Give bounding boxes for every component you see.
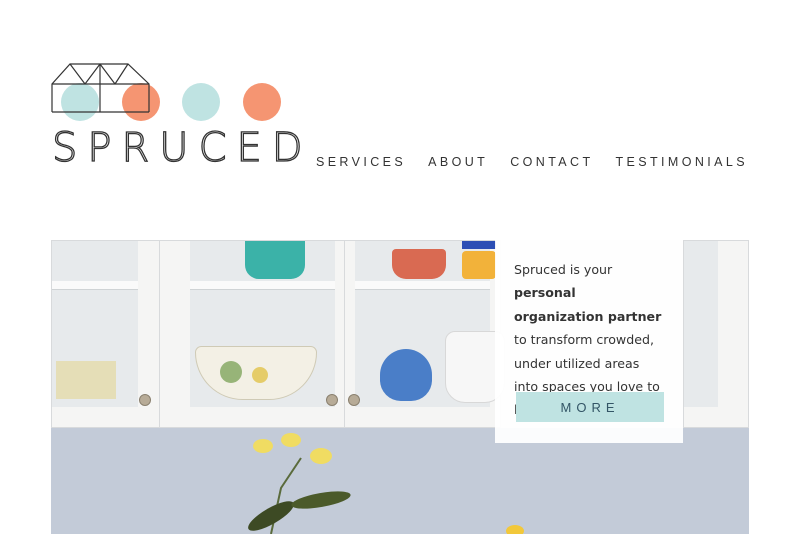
cabinet-middle bbox=[159, 240, 346, 428]
nav-testimonials[interactable]: TESTIMONIALS bbox=[616, 155, 748, 169]
hero-image: Spruced is your personal organization pa… bbox=[51, 240, 749, 534]
nav-services[interactable]: SERVICES bbox=[316, 155, 406, 169]
nav-contact[interactable]: CONTACT bbox=[510, 155, 593, 169]
orchid-icon bbox=[248, 433, 351, 534]
knob bbox=[326, 394, 338, 406]
cabinet-edge bbox=[683, 240, 749, 428]
knob bbox=[348, 394, 360, 406]
main-nav: SERVICES ABOUT CONTACT TESTIMONIALS bbox=[316, 155, 748, 169]
wall bbox=[51, 428, 749, 534]
brand-wordmark: SPRUCED bbox=[51, 125, 313, 171]
tagline-highlight: personal organization partner bbox=[514, 285, 662, 324]
nav-about[interactable]: ABOUT bbox=[428, 155, 488, 169]
tagline-intro: Spruced is your bbox=[514, 262, 613, 277]
cabinet-right bbox=[344, 240, 505, 428]
lemon bbox=[506, 525, 524, 534]
house-logo-icon bbox=[51, 63, 281, 121]
hero-callout: Spruced is your personal organization pa… bbox=[495, 240, 683, 443]
more-button[interactable]: MORE bbox=[516, 392, 664, 422]
knob bbox=[139, 394, 151, 406]
